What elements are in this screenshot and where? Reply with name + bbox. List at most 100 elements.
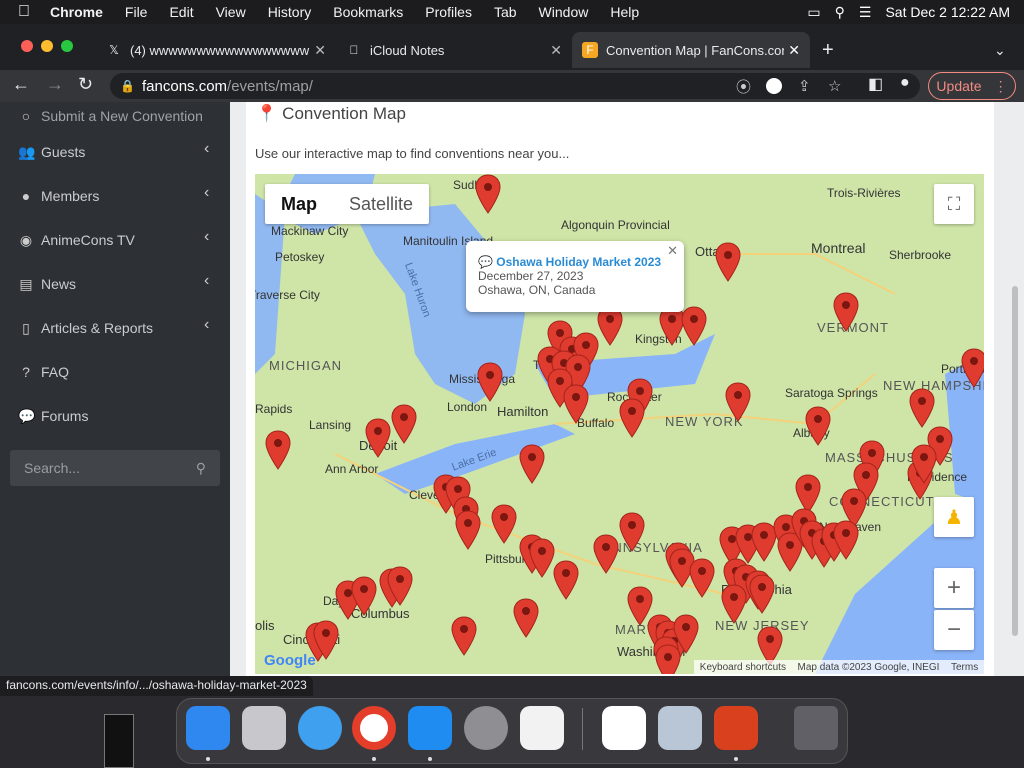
map-pin-icon[interactable] bbox=[597, 306, 623, 346]
appstore-icon[interactable] bbox=[408, 706, 452, 750]
bookmark-star-icon[interactable]: ☆ bbox=[828, 77, 841, 95]
map-pin-icon[interactable] bbox=[563, 384, 589, 424]
profile-icon[interactable]: ● bbox=[900, 74, 910, 92]
map-pin-icon[interactable] bbox=[455, 510, 481, 550]
menubar-clock[interactable]: Sat Dec 2 12:22 AM bbox=[885, 4, 1010, 20]
photos-icon[interactable] bbox=[602, 706, 646, 750]
zoom-window-button[interactable] bbox=[61, 40, 73, 52]
map-pin-icon[interactable] bbox=[619, 512, 645, 552]
map-pin-icon[interactable] bbox=[391, 404, 417, 444]
more-menu-icon[interactable]: ⋮ bbox=[994, 78, 1008, 95]
menu-view[interactable]: View bbox=[216, 4, 246, 20]
terms-link[interactable]: Terms bbox=[951, 662, 978, 673]
forward-arrow-icon[interactable]: → bbox=[46, 74, 64, 95]
map-pin-icon[interactable] bbox=[265, 430, 291, 470]
tab-search-chevron-icon[interactable]: ⌄ bbox=[994, 32, 1014, 68]
remote-desktop-icon[interactable] bbox=[714, 706, 758, 750]
menu-file[interactable]: File bbox=[125, 4, 148, 20]
map-pin-icon[interactable] bbox=[553, 560, 579, 600]
map-pin-icon[interactable] bbox=[519, 444, 545, 484]
sidebar-item-forums[interactable]: 💬 Forums bbox=[18, 406, 88, 426]
map-pin-icon[interactable] bbox=[513, 598, 539, 638]
lock-icon[interactable]: 🔒 bbox=[120, 79, 135, 93]
fullscreen-icon[interactable]: ⛶ bbox=[934, 184, 974, 224]
map-pin-icon[interactable] bbox=[619, 398, 645, 438]
map-pin-icon[interactable] bbox=[313, 620, 339, 660]
google-lens-icon[interactable] bbox=[766, 78, 782, 94]
chrome-icon[interactable] bbox=[352, 706, 396, 750]
menu-app-name[interactable]: Chrome bbox=[50, 4, 103, 20]
control-center-icon[interactable]: ☰ bbox=[859, 4, 872, 21]
reload-icon[interactable]: ↻ bbox=[78, 74, 93, 95]
menu-tab[interactable]: Tab bbox=[494, 4, 517, 20]
tab-convention-map[interactable]: F Convention Map | FanCons.con ✕ bbox=[572, 32, 810, 68]
sidebar-item-news[interactable]: ▤ News bbox=[18, 274, 76, 294]
update-button[interactable]: Update ⋮ bbox=[928, 72, 1016, 100]
finder-icon[interactable] bbox=[186, 706, 230, 750]
back-arrow-icon[interactable]: ← bbox=[12, 74, 30, 95]
sidebar-search-input[interactable]: Search... ⚲ bbox=[10, 450, 220, 486]
tab-icloud-notes[interactable]:  iCloud Notes ✕ bbox=[336, 32, 572, 68]
map-pin-icon[interactable] bbox=[451, 616, 477, 656]
map-pin-icon[interactable] bbox=[477, 362, 503, 402]
map-pin-icon[interactable] bbox=[909, 388, 935, 428]
map-pin-icon[interactable] bbox=[351, 576, 377, 616]
sidebar-item-submit-convention[interactable]: ○ Submit a New Convention bbox=[18, 106, 203, 126]
launchpad-icon[interactable] bbox=[242, 706, 286, 750]
sidebar-item-animecons-tv[interactable]: ◉ AnimeCons TV bbox=[18, 230, 135, 250]
address-bar[interactable]: 🔒 fancons.com/events/map/ ⦿ ⇪ ☆ bbox=[110, 73, 920, 99]
map-pin-icon[interactable] bbox=[475, 174, 501, 214]
menu-history[interactable]: History bbox=[268, 4, 312, 20]
map-type-map-button[interactable]: Map bbox=[265, 184, 333, 224]
map-pin-icon[interactable] bbox=[387, 566, 413, 606]
map-type-satellite-button[interactable]: Satellite bbox=[333, 184, 429, 224]
map-pin-icon[interactable] bbox=[833, 520, 859, 560]
map-pin-icon[interactable] bbox=[681, 306, 707, 346]
menu-window[interactable]: Window bbox=[539, 4, 589, 20]
close-window-button[interactable] bbox=[21, 40, 33, 52]
menu-help[interactable]: Help bbox=[610, 4, 639, 20]
menu-profiles[interactable]: Profiles bbox=[425, 4, 472, 20]
share-icon[interactable]: ⇪ bbox=[798, 77, 811, 95]
location-icon[interactable]: ⦿ bbox=[736, 76, 751, 97]
close-popup-icon[interactable]: ✕ bbox=[667, 243, 678, 259]
map-pin-icon[interactable] bbox=[961, 348, 984, 388]
screen-mirror-icon[interactable]: ▭ bbox=[807, 4, 820, 21]
search-icon[interactable]: ⚲ bbox=[196, 460, 206, 477]
minimize-window-button[interactable] bbox=[41, 40, 53, 52]
map-pin-icon[interactable] bbox=[529, 538, 555, 578]
zoom-in-button[interactable]: + bbox=[934, 568, 974, 608]
trash-icon[interactable] bbox=[794, 706, 838, 750]
close-tab-icon[interactable]: ✕ bbox=[314, 42, 326, 59]
sidebar-item-members[interactable]: ● Members bbox=[18, 186, 100, 206]
menu-edit[interactable]: Edit bbox=[169, 4, 193, 20]
sidebar-item-guests[interactable]: 👥 Guests bbox=[18, 142, 85, 162]
map-pin-icon[interactable] bbox=[725, 382, 751, 422]
zoom-out-button[interactable]: − bbox=[934, 610, 974, 650]
map-pin-icon[interactable] bbox=[749, 574, 775, 614]
map-pin-icon[interactable] bbox=[491, 504, 517, 544]
street-view-pegman-icon[interactable]: ♟ bbox=[934, 497, 974, 537]
map-pin-icon[interactable] bbox=[365, 418, 391, 458]
map-pin-icon[interactable] bbox=[805, 406, 831, 446]
sidebar-item-articles-reports[interactable]: ▯ Articles & Reports bbox=[18, 318, 153, 338]
preview-icon[interactable] bbox=[658, 706, 702, 750]
map-pin-icon[interactable] bbox=[911, 444, 937, 484]
desktop-file-thumbnail[interactable] bbox=[104, 714, 134, 768]
map-pin-icon[interactable] bbox=[689, 558, 715, 598]
settings-icon[interactable] bbox=[464, 706, 508, 750]
page-scrollbar[interactable] bbox=[1012, 286, 1018, 636]
map-pin-icon[interactable] bbox=[593, 534, 619, 574]
map-pin-icon[interactable] bbox=[655, 644, 681, 674]
sidebar-item-faq[interactable]: ? FAQ bbox=[18, 362, 69, 382]
tab-x[interactable]: 𝕏 (4) wwwwwwwwwwwwwwwww ✕ bbox=[96, 32, 336, 68]
new-tab-button[interactable]: + bbox=[822, 32, 846, 68]
popup-event-link[interactable]: Oshawa Holiday Market 2023 bbox=[496, 255, 661, 269]
sidepanel-icon[interactable]: ◧ bbox=[868, 74, 883, 94]
map-pin-icon[interactable] bbox=[721, 584, 747, 624]
apple-menu-icon[interactable]:  bbox=[18, 3, 36, 21]
map-pin-icon[interactable] bbox=[833, 292, 859, 332]
map-pin-icon[interactable] bbox=[715, 242, 741, 282]
textedit-icon[interactable] bbox=[520, 706, 564, 750]
close-tab-icon[interactable]: ✕ bbox=[788, 42, 800, 59]
